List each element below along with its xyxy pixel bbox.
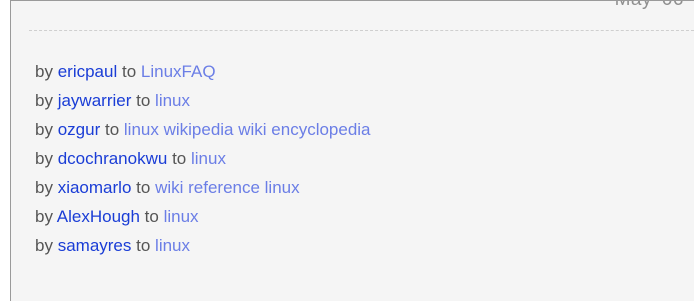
by-label: by xyxy=(35,207,53,226)
list-item: by ericpaul to LinuxFAQ xyxy=(35,57,371,86)
tag-link[interactable]: wiki reference linux xyxy=(155,178,300,197)
user-link[interactable]: samayres xyxy=(58,236,132,255)
tag-link[interactable]: LinuxFAQ xyxy=(141,62,216,81)
to-label: to xyxy=(136,91,151,110)
user-link[interactable]: dcochranokwu xyxy=(58,149,168,168)
date-label: May '06 xyxy=(615,1,684,11)
user-link[interactable]: xiaomarlo xyxy=(58,178,132,197)
tag-link[interactable]: linux xyxy=(164,207,199,226)
list-item: by AlexHough to linux xyxy=(35,202,371,231)
tag-link[interactable]: linux xyxy=(155,91,190,110)
list-item: by dcochranokwu to linux xyxy=(35,144,371,173)
to-label: to xyxy=(136,178,151,197)
list-item: by samayres to linux xyxy=(35,231,371,260)
user-link[interactable]: jaywarrier xyxy=(58,91,132,110)
by-label: by xyxy=(35,236,53,255)
tag-link[interactable]: linux wikipedia wiki encyclopedia xyxy=(124,120,371,139)
to-label: to xyxy=(136,236,151,255)
bookmark-list: by ericpaul to LinuxFAQ by jaywarrier to… xyxy=(35,57,371,260)
tag-link[interactable]: linux xyxy=(191,149,226,168)
list-item: by jaywarrier to linux xyxy=(35,86,371,115)
user-link[interactable]: ozgur xyxy=(58,120,101,139)
user-link[interactable]: ericpaul xyxy=(58,62,118,81)
by-label: by xyxy=(35,120,53,139)
list-item: by xiaomarlo to wiki reference linux xyxy=(35,173,371,202)
to-label: to xyxy=(121,62,137,81)
by-label: by xyxy=(35,62,53,81)
user-link[interactable]: AlexHough xyxy=(57,207,140,226)
by-label: by xyxy=(35,91,53,110)
to-label: to xyxy=(144,207,159,226)
by-label: by xyxy=(35,178,53,197)
list-item: by ozgur to linux wikipedia wiki encyclo… xyxy=(35,115,371,144)
to-label: to xyxy=(104,120,120,139)
by-label: by xyxy=(35,149,53,168)
dashed-divider xyxy=(29,30,694,31)
tag-link[interactable]: linux xyxy=(155,236,190,255)
to-label: to xyxy=(172,149,187,168)
history-panel: May '06 by ericpaul to LinuxFAQ by jaywa… xyxy=(10,0,694,301)
